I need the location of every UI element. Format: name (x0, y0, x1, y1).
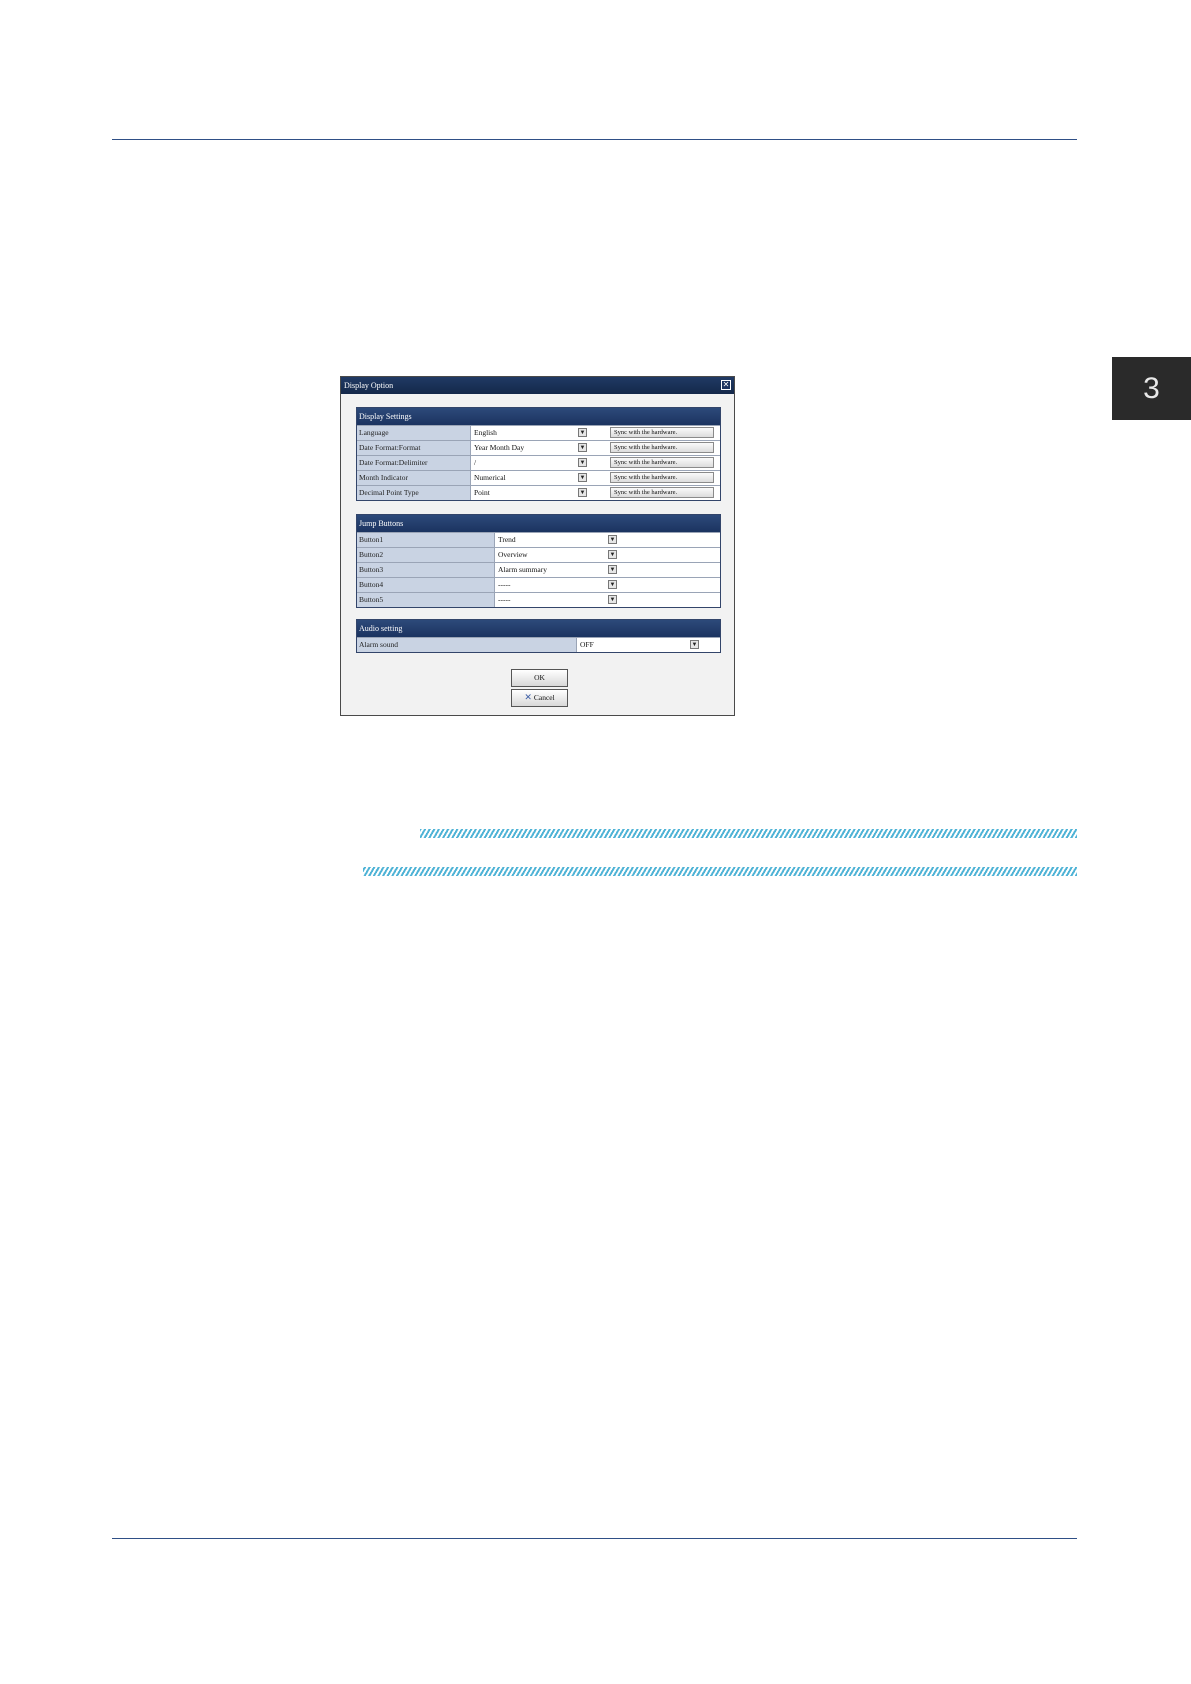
select-value: Point (474, 488, 490, 497)
close-icon: ✕ (524, 693, 532, 703)
chevron-down-icon[interactable]: ▼ (608, 595, 617, 604)
cancel-button[interactable]: ✕ Cancel (511, 689, 568, 707)
setting-label: Date Format:Delimiter (357, 456, 471, 470)
sync-hardware-button[interactable]: Sync with the hardware. (610, 427, 714, 438)
month-indicator-select[interactable]: Numerical ▼ (471, 471, 608, 485)
chapter-number: 3 (1143, 371, 1160, 405)
display-option-dialog: Display Option ✕ Display Settings Langua… (340, 376, 735, 716)
jump-button-row-1: Button1 Trend ▼ (357, 532, 720, 547)
setting-row-month-indicator: Month Indicator Numerical ▼ Sync with th… (357, 470, 720, 485)
sync-hardware-button[interactable]: Sync with the hardware. (610, 442, 714, 453)
sync-hardware-button[interactable]: Sync with the hardware. (610, 472, 714, 483)
dialog-titlebar: Display Option ✕ (341, 377, 734, 394)
jump-button-label: Button2 (357, 548, 495, 562)
setting-label: Decimal Point Type (357, 486, 471, 500)
jump-button-row-5: Button5 ----- ▼ (357, 592, 720, 607)
select-value: OFF (580, 640, 594, 649)
close-icon[interactable]: ✕ (721, 380, 731, 390)
setting-label: Language (357, 426, 471, 440)
setting-label: Month Indicator (357, 471, 471, 485)
audio-row-alarm-sound: Alarm sound OFF ▼ (357, 637, 720, 652)
select-value: Year Month Day (474, 443, 525, 452)
sync-hardware-button[interactable]: Sync with the hardware. (610, 487, 714, 498)
chevron-down-icon[interactable]: ▼ (608, 580, 617, 589)
header-rule (112, 139, 1077, 140)
date-delimiter-select[interactable]: / ▼ (471, 456, 608, 470)
select-value: Alarm summary (498, 565, 547, 574)
button4-select[interactable]: ----- ▼ (495, 578, 720, 592)
date-format-select[interactable]: Year Month Day ▼ (471, 441, 608, 455)
chevron-down-icon[interactable]: ▼ (578, 473, 587, 482)
select-value: Trend (498, 535, 516, 544)
chevron-down-icon[interactable]: ▼ (608, 535, 617, 544)
jump-button-label: Button3 (357, 563, 495, 577)
display-settings-section: Display Settings Language English ▼ Sync… (356, 407, 721, 501)
setting-label: Date Format:Format (357, 441, 471, 455)
select-value: ----- (498, 595, 511, 604)
jump-button-label: Button5 (357, 593, 495, 607)
select-value: Numerical (474, 473, 506, 482)
note-hatch-bar (363, 867, 1077, 876)
select-value: Overview (498, 550, 528, 559)
note-hatch-bar (420, 829, 1077, 838)
jump-buttons-header: Jump Buttons (357, 515, 720, 532)
jump-button-row-3: Button3 Alarm summary ▼ (357, 562, 720, 577)
jump-button-row-4: Button4 ----- ▼ (357, 577, 720, 592)
chapter-tab: 3 (1112, 357, 1191, 420)
setting-row-date-delimiter: Date Format:Delimiter / ▼ Sync with the … (357, 455, 720, 470)
select-value: / (474, 458, 477, 467)
footer-rule (112, 1538, 1077, 1539)
button1-select[interactable]: Trend ▼ (495, 533, 720, 547)
chevron-down-icon[interactable]: ▼ (578, 443, 587, 452)
jump-button-label: Button1 (357, 533, 495, 547)
cancel-label: Cancel (533, 693, 555, 702)
button2-select[interactable]: Overview ▼ (495, 548, 720, 562)
audio-label: Alarm sound (357, 638, 577, 652)
decimal-point-select[interactable]: Point ▼ (471, 486, 608, 500)
chevron-down-icon[interactable]: ▼ (608, 565, 617, 574)
button5-select[interactable]: ----- ▼ (495, 593, 720, 607)
chevron-down-icon[interactable]: ▼ (690, 640, 699, 649)
ok-button[interactable]: OK (511, 669, 568, 687)
audio-setting-section: Audio setting Alarm sound OFF ▼ (356, 619, 721, 653)
button3-select[interactable]: Alarm summary ▼ (495, 563, 720, 577)
setting-row-language: Language English ▼ Sync with the hardwar… (357, 425, 720, 440)
display-settings-header: Display Settings (357, 408, 720, 425)
setting-row-date-format: Date Format:Format Year Month Day ▼ Sync… (357, 440, 720, 455)
jump-buttons-section: Jump Buttons Button1 Trend ▼ Button2 Ove… (356, 514, 721, 608)
language-select[interactable]: English ▼ (471, 426, 608, 440)
chevron-down-icon[interactable]: ▼ (578, 428, 587, 437)
alarm-sound-select[interactable]: OFF ▼ (577, 638, 720, 652)
chevron-down-icon[interactable]: ▼ (608, 550, 617, 559)
dialog-title: Display Option (344, 381, 394, 390)
select-value: ----- (498, 580, 511, 589)
chevron-down-icon[interactable]: ▼ (578, 458, 587, 467)
select-value: English (474, 428, 497, 437)
jump-button-label: Button4 (357, 578, 495, 592)
sync-hardware-button[interactable]: Sync with the hardware. (610, 457, 714, 468)
setting-row-decimal-point: Decimal Point Type Point ▼ Sync with the… (357, 485, 720, 500)
audio-setting-header: Audio setting (357, 620, 720, 637)
chevron-down-icon[interactable]: ▼ (578, 488, 587, 497)
jump-button-row-2: Button2 Overview ▼ (357, 547, 720, 562)
